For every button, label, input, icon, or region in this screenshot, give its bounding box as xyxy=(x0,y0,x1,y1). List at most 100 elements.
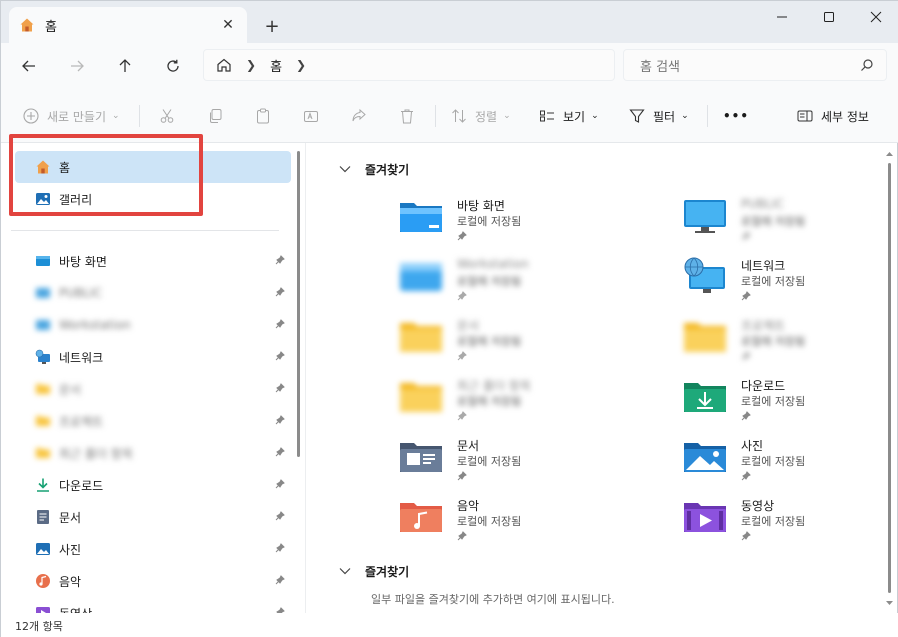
music-folder-icon xyxy=(400,503,442,532)
sidebar-item-network[interactable]: 네트워크 xyxy=(19,341,291,373)
folder-icon xyxy=(400,323,442,352)
paste-button[interactable] xyxy=(255,103,279,129)
chevron-down-icon: ⌄ xyxy=(681,111,689,121)
pin-icon xyxy=(457,231,467,241)
tile-public[interactable]: PUBLIC 로컬에 저장됨 xyxy=(683,197,898,253)
pin-icon xyxy=(275,351,285,361)
pin-icon xyxy=(275,575,285,585)
sidebar-item-label: 문서 xyxy=(59,382,82,397)
arrow-up-icon xyxy=(119,59,131,72)
network-icon xyxy=(35,349,50,364)
sidebar-item-label: PUBLIC xyxy=(59,286,102,300)
tile-downloads[interactable]: 다운로드 로컬에 저장됨 xyxy=(683,377,898,433)
pin-icon xyxy=(457,291,467,301)
sidebar-item-downloads[interactable]: 다운로드 xyxy=(19,469,291,501)
sidebar-item-videos[interactable]: 동영상 xyxy=(19,597,291,613)
sidebar-item-folder[interactable]: 프로젝트 xyxy=(19,405,291,437)
tile-pictures[interactable]: 사진 로컬에 저장됨 xyxy=(683,437,898,493)
tile-name: PUBLIC xyxy=(741,197,784,211)
sidebar-scrollbar[interactable] xyxy=(297,151,300,457)
back-button[interactable] xyxy=(15,53,43,79)
address-bar[interactable]: ❯ 홈 ❯ xyxy=(203,49,615,81)
plus-circle-icon xyxy=(23,108,39,124)
copy-icon xyxy=(210,109,222,123)
tile-folder[interactable]: 문서 로컬에 저장됨 xyxy=(399,317,669,373)
content-scrollbar[interactable] xyxy=(886,151,893,606)
details-label: 세부 정보 xyxy=(821,109,869,124)
sidebar-item-workstation[interactable]: Workstation xyxy=(19,309,291,341)
more-options-button[interactable]: ••• xyxy=(723,103,749,129)
tile-videos[interactable]: 동영상 로컬에 저장됨 xyxy=(683,497,898,553)
scroll-down-icon[interactable] xyxy=(886,600,893,606)
highlight-annotation-box xyxy=(9,134,203,216)
pc-icon xyxy=(36,320,50,330)
view-list-icon xyxy=(540,110,554,122)
view-button[interactable]: 보기 ⌄ xyxy=(539,103,599,129)
new-tab-button[interactable]: + xyxy=(259,13,285,39)
favorites-group-header[interactable]: 즐겨찾기 xyxy=(339,159,409,179)
pictures-icon xyxy=(36,543,50,555)
cut-button[interactable] xyxy=(159,103,183,129)
chevron-right-icon[interactable]: ❯ xyxy=(296,58,306,72)
sidebar-item-pc[interactable]: PUBLIC xyxy=(19,277,291,309)
favorites-files-group-header[interactable]: 즐겨찾기 xyxy=(339,561,409,581)
sort-icon xyxy=(452,109,466,123)
tile-status: 로컬에 저장됨 xyxy=(457,275,522,288)
share-button[interactable] xyxy=(351,103,375,129)
pane-divider[interactable] xyxy=(305,143,306,613)
details-pane-icon xyxy=(797,110,813,122)
home-icon xyxy=(20,18,34,32)
delete-button[interactable] xyxy=(399,103,423,129)
tile-folder[interactable]: 최근 폴더 항목 로컬에 저장됨 xyxy=(399,377,669,433)
tile-status: 로컬에 저장됨 xyxy=(457,215,522,228)
sidebar-item-pictures[interactable]: 사진 xyxy=(19,533,291,565)
videos-icon xyxy=(36,607,50,613)
toolbar-divider xyxy=(435,105,436,127)
rename-button[interactable] xyxy=(303,103,327,129)
tile-music[interactable]: 음악 로컬에 저장됨 xyxy=(399,497,669,553)
filter-button[interactable]: 필터 ⌄ xyxy=(629,103,689,129)
tile-name: 최근 폴더 항목 xyxy=(457,379,531,393)
pin-icon xyxy=(457,351,467,361)
tile-desktop[interactable]: 바탕 화면 로컬에 저장됨 xyxy=(399,197,669,253)
sidebar-item-folder[interactable]: 문서 xyxy=(19,373,291,405)
sidebar-item-desktop[interactable]: 바탕 화면 xyxy=(19,245,291,277)
scroll-up-icon[interactable] xyxy=(886,151,893,157)
sidebar-item-folder[interactable]: 최근 폴더 항목 xyxy=(19,437,291,469)
pin-icon xyxy=(275,319,285,329)
close-window-button[interactable] xyxy=(853,1,898,33)
tab-close-button[interactable]: ✕ xyxy=(219,16,237,34)
refresh-button[interactable] xyxy=(159,53,187,79)
pin-icon xyxy=(457,531,467,541)
tile-folder[interactable]: 프로젝트 로컬에 저장됨 xyxy=(683,317,898,373)
maximize-button[interactable] xyxy=(806,1,852,33)
tile-workstation[interactable]: Workstation 로컬에 저장됨 xyxy=(399,257,669,313)
tile-name: 음악 xyxy=(457,499,480,513)
chevron-down-icon: ⌄ xyxy=(591,111,599,121)
new-button[interactable]: 새로 만들기 ⌄ xyxy=(23,103,120,129)
copy-button[interactable] xyxy=(207,103,231,129)
pin-icon xyxy=(741,411,751,421)
toolbar-divider xyxy=(139,105,140,127)
sidebar-item-music[interactable]: 음악 xyxy=(19,565,291,597)
pictures-folder-icon xyxy=(684,443,726,472)
scrollbar-thumb[interactable] xyxy=(888,163,891,593)
chevron-down-icon xyxy=(339,166,351,173)
minimize-button[interactable] xyxy=(759,1,805,33)
music-icon xyxy=(36,574,50,588)
tile-network[interactable]: 네트워크 로컬에 저장됨 xyxy=(683,257,898,313)
tile-status: 로컬에 저장됨 xyxy=(457,395,522,408)
details-pane-button[interactable]: 세부 정보 xyxy=(797,103,869,129)
up-button[interactable] xyxy=(111,53,139,79)
search-box[interactable]: 홈 검색 xyxy=(623,49,887,81)
tile-status: 로컬에 저장됨 xyxy=(741,515,806,528)
sidebar-item-documents[interactable]: 문서 xyxy=(19,501,291,533)
sort-button[interactable]: 정렬 ⌄ xyxy=(451,103,511,129)
breadcrumb-home[interactable]: 홈 xyxy=(270,56,282,75)
sidebar-item-label: 문서 xyxy=(59,510,82,525)
tile-documents[interactable]: 문서 로컬에 저장됨 xyxy=(399,437,669,493)
sort-label: 정렬 xyxy=(475,109,498,124)
close-icon xyxy=(870,11,882,23)
tab-home[interactable]: 홈 ✕ xyxy=(9,7,247,43)
forward-button[interactable] xyxy=(63,53,91,79)
